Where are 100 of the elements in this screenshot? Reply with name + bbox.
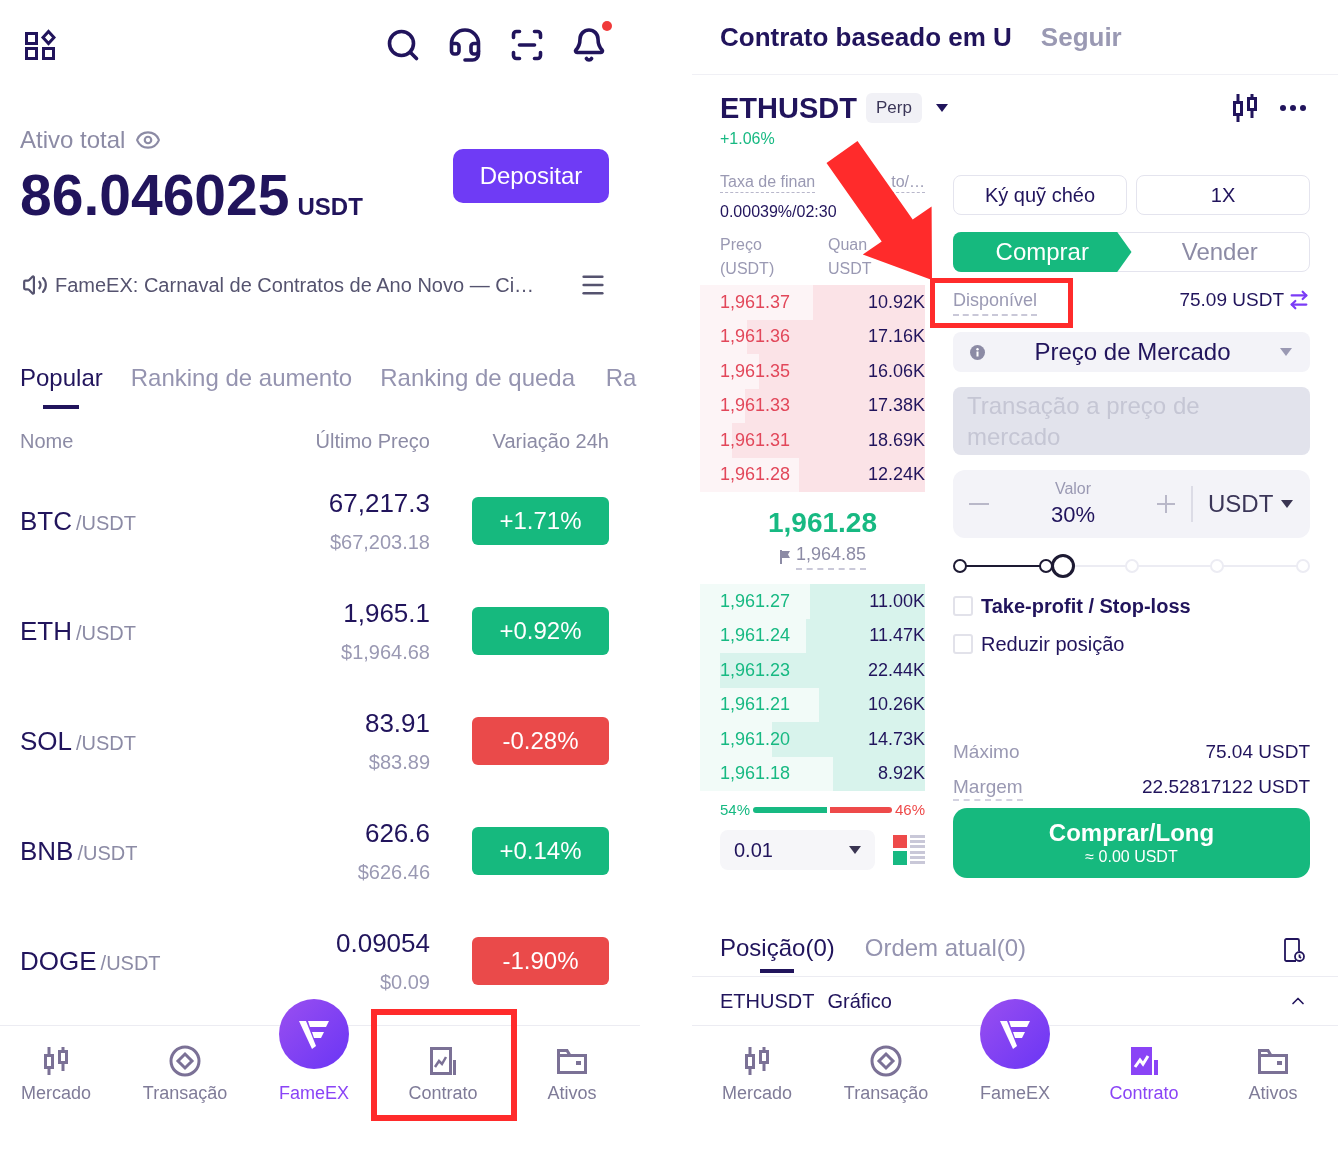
last-price: 0.09054 [336,928,430,958]
order-quantity: 8.92K [877,762,925,786]
change-badge: +0.92% [472,607,609,655]
leverage-button[interactable]: 1X [1136,175,1310,215]
nav-tab[interactable]: FameEX [258,999,370,1104]
currency-unit: USDT [297,192,363,222]
slider-thumb[interactable] [1050,554,1075,578]
speaker-icon [22,272,48,298]
header-tab[interactable]: Contrato baseado em U [720,17,1012,57]
amount-label: Valor [1054,479,1092,499]
order-price: 1,961.36 [720,325,791,349]
quote-currency: /USDT [77,840,138,866]
search-icon[interactable] [385,27,421,63]
side-tab[interactable]: Comprar [953,232,1132,272]
headset-icon[interactable] [447,27,483,63]
coin-symbol: BNB [20,834,74,868]
position-tab[interactable]: Ordem atual(0) [864,933,1027,973]
checkbox[interactable] [953,634,973,654]
nav-tab[interactable]: Transação [830,1045,942,1104]
last-price: 1,961.28 [768,506,877,540]
side-tab[interactable]: Vender [1130,233,1309,271]
nav-tab[interactable]: Ativos [516,1045,628,1104]
buy-long-button[interactable]: Comprar/Long ≈ 0.00 USDT [953,808,1310,878]
nav-tab[interactable]: Contrato [1088,1045,1200,1104]
column-header: Quan [828,235,868,255]
chart-document-icon [428,1045,458,1077]
column-header: Variação 24h [491,429,609,453]
market-tab[interactable]: Ra [603,363,640,409]
document-clock-icon[interactable] [1283,937,1305,963]
precision-select[interactable]: 0.01 [720,830,875,870]
nav-tab[interactable]: Transação [129,1045,241,1104]
candlestick-icon [42,1046,70,1076]
chart-document-icon [1129,1045,1159,1077]
bell-icon[interactable] [571,27,607,63]
quote-currency: /USDT [76,730,137,756]
wallet-icon [1257,1047,1289,1075]
market-tab[interactable]: Popular [20,363,103,409]
margin-mode-button[interactable]: Ký quỹ chéo [953,175,1127,215]
order-type-select[interactable]: Preço de Mercado [953,332,1310,372]
layout-icon[interactable] [893,835,925,865]
checkbox-label: Reduzir posição [981,632,1125,657]
unit-select[interactable]: USDT [1208,486,1293,522]
deposit-button[interactable]: Depositar [453,149,609,203]
price-usd: $626.46 [357,860,430,884]
order-price: 1,961.28 [720,463,791,487]
flag-icon [778,549,791,564]
total-assets-label: Ativo total [20,125,126,155]
market-tab[interactable]: Ranking de aumento [130,363,353,409]
order-price: 1,961.31 [720,428,791,452]
caret-icon [849,846,861,854]
candlestick-icon [743,1046,771,1076]
nav-tab[interactable]: Contrato [387,1045,499,1104]
order-price: 1,961.24 [720,624,791,648]
column-header: Preço (USDT) [720,235,776,279]
dropdown-caret-icon [935,104,948,112]
order-price: 1,961.23 [720,658,791,682]
symbol-name[interactable]: ETHUSDT [720,91,857,125]
candlestick-icon[interactable] [1231,93,1259,123]
summary-value: 22.52817122 USDT [1142,775,1310,799]
slider-step-icon[interactable] [1038,559,1053,573]
nav-tab[interactable]: Mercado [701,1045,813,1104]
change-badge: -0.28% [472,717,609,765]
swap-arrows-icon[interactable] [1288,289,1310,311]
more-icon[interactable] [1280,105,1306,111]
checkbox-label: Take-profit / Stop-loss [981,594,1191,619]
nav-tab[interactable]: FameEX [959,999,1071,1104]
amount-field[interactable]: Valor 30% USDT [953,470,1310,538]
checkbox[interactable] [953,596,973,616]
position-tab[interactable]: Posição(0) [720,933,835,973]
slider-track[interactable] [953,554,1310,578]
slider-step-icon[interactable] [953,559,967,573]
notification-dot-icon [602,21,612,31]
wallet-icon [556,1047,588,1075]
amount-input[interactable]: 30% [1050,501,1095,529]
last-price: 1,965.1 [343,598,430,628]
nav-tab[interactable]: Ativos [1217,1045,1329,1104]
scan-icon[interactable] [509,27,545,63]
column-header: Nome [20,429,75,453]
order-quantity: 10.92K [867,290,925,314]
diamond-circle-icon [169,1045,201,1077]
order-price: 1,961.33 [720,394,791,418]
diamond-circle-icon [870,1045,902,1077]
grid-shapes-icon[interactable] [24,29,56,61]
summary-label: Máximo [953,740,1020,764]
order-quantity: 11.47K [869,624,925,648]
quote-currency: /USDT [76,510,136,536]
header-tab[interactable]: Seguir [1040,17,1122,57]
nav-tab[interactable]: Mercado [0,1045,112,1104]
info-icon [970,344,985,360]
market-tab[interactable]: Ranking de queda [380,363,576,409]
sell-ratio: 46% [894,799,925,820]
change-badge: -1.90% [472,937,609,985]
price-usd: $67,203.18 [329,530,430,554]
announcement-text[interactable]: FameEX: Carnaval de Contratos de Ano Novo — Ci… [55,272,535,298]
last-price: 67,217.3 [328,488,430,518]
change-badge: +1.71% [472,497,609,545]
order-quantity: 22.44K [867,658,925,682]
change-badge: +0.14% [472,827,609,875]
order-quantity: 12.24K [867,463,925,487]
available-balance: 75.09 USDT [1179,289,1284,311]
